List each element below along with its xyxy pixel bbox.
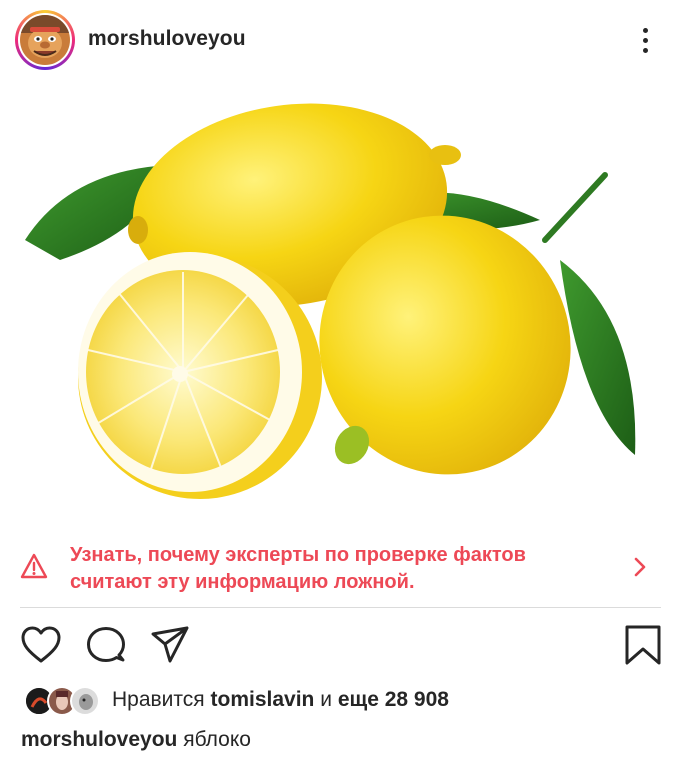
comment-icon[interactable] bbox=[86, 625, 126, 665]
more-options-icon[interactable] bbox=[630, 22, 660, 58]
likes-prefix: Нравится bbox=[112, 688, 205, 711]
likes-summary[interactable]: Нравится tomislavin и еще 28 908 bbox=[112, 688, 449, 712]
divider bbox=[20, 607, 661, 608]
caption-text: яблоко bbox=[183, 728, 251, 751]
chevron-right-icon[interactable] bbox=[632, 556, 648, 578]
post-photo[interactable] bbox=[0, 80, 681, 526]
post-caption: morshuloveyou яблоко bbox=[21, 728, 251, 752]
warning-triangle-icon bbox=[20, 553, 48, 579]
author-avatar[interactable] bbox=[15, 10, 75, 70]
likes-count[interactable]: еще 28 908 bbox=[338, 688, 449, 711]
heart-icon[interactable] bbox=[20, 625, 62, 665]
lemons-image bbox=[25, 103, 636, 499]
likes-and: и bbox=[320, 688, 332, 711]
send-icon[interactable] bbox=[150, 625, 190, 665]
post-header: morshuloveyou bbox=[0, 0, 681, 80]
author-username[interactable]: morshuloveyou bbox=[88, 27, 246, 51]
likes-user[interactable]: tomislavin bbox=[211, 688, 315, 711]
fact-check-message[interactable]: Узнать, почему эксперты по проверке факт… bbox=[70, 542, 610, 596]
morshu-avatar-icon bbox=[20, 15, 70, 65]
bookmark-icon[interactable] bbox=[624, 625, 662, 667]
liker-avatar[interactable] bbox=[70, 686, 100, 716]
caption-author[interactable]: morshuloveyou bbox=[21, 728, 177, 751]
